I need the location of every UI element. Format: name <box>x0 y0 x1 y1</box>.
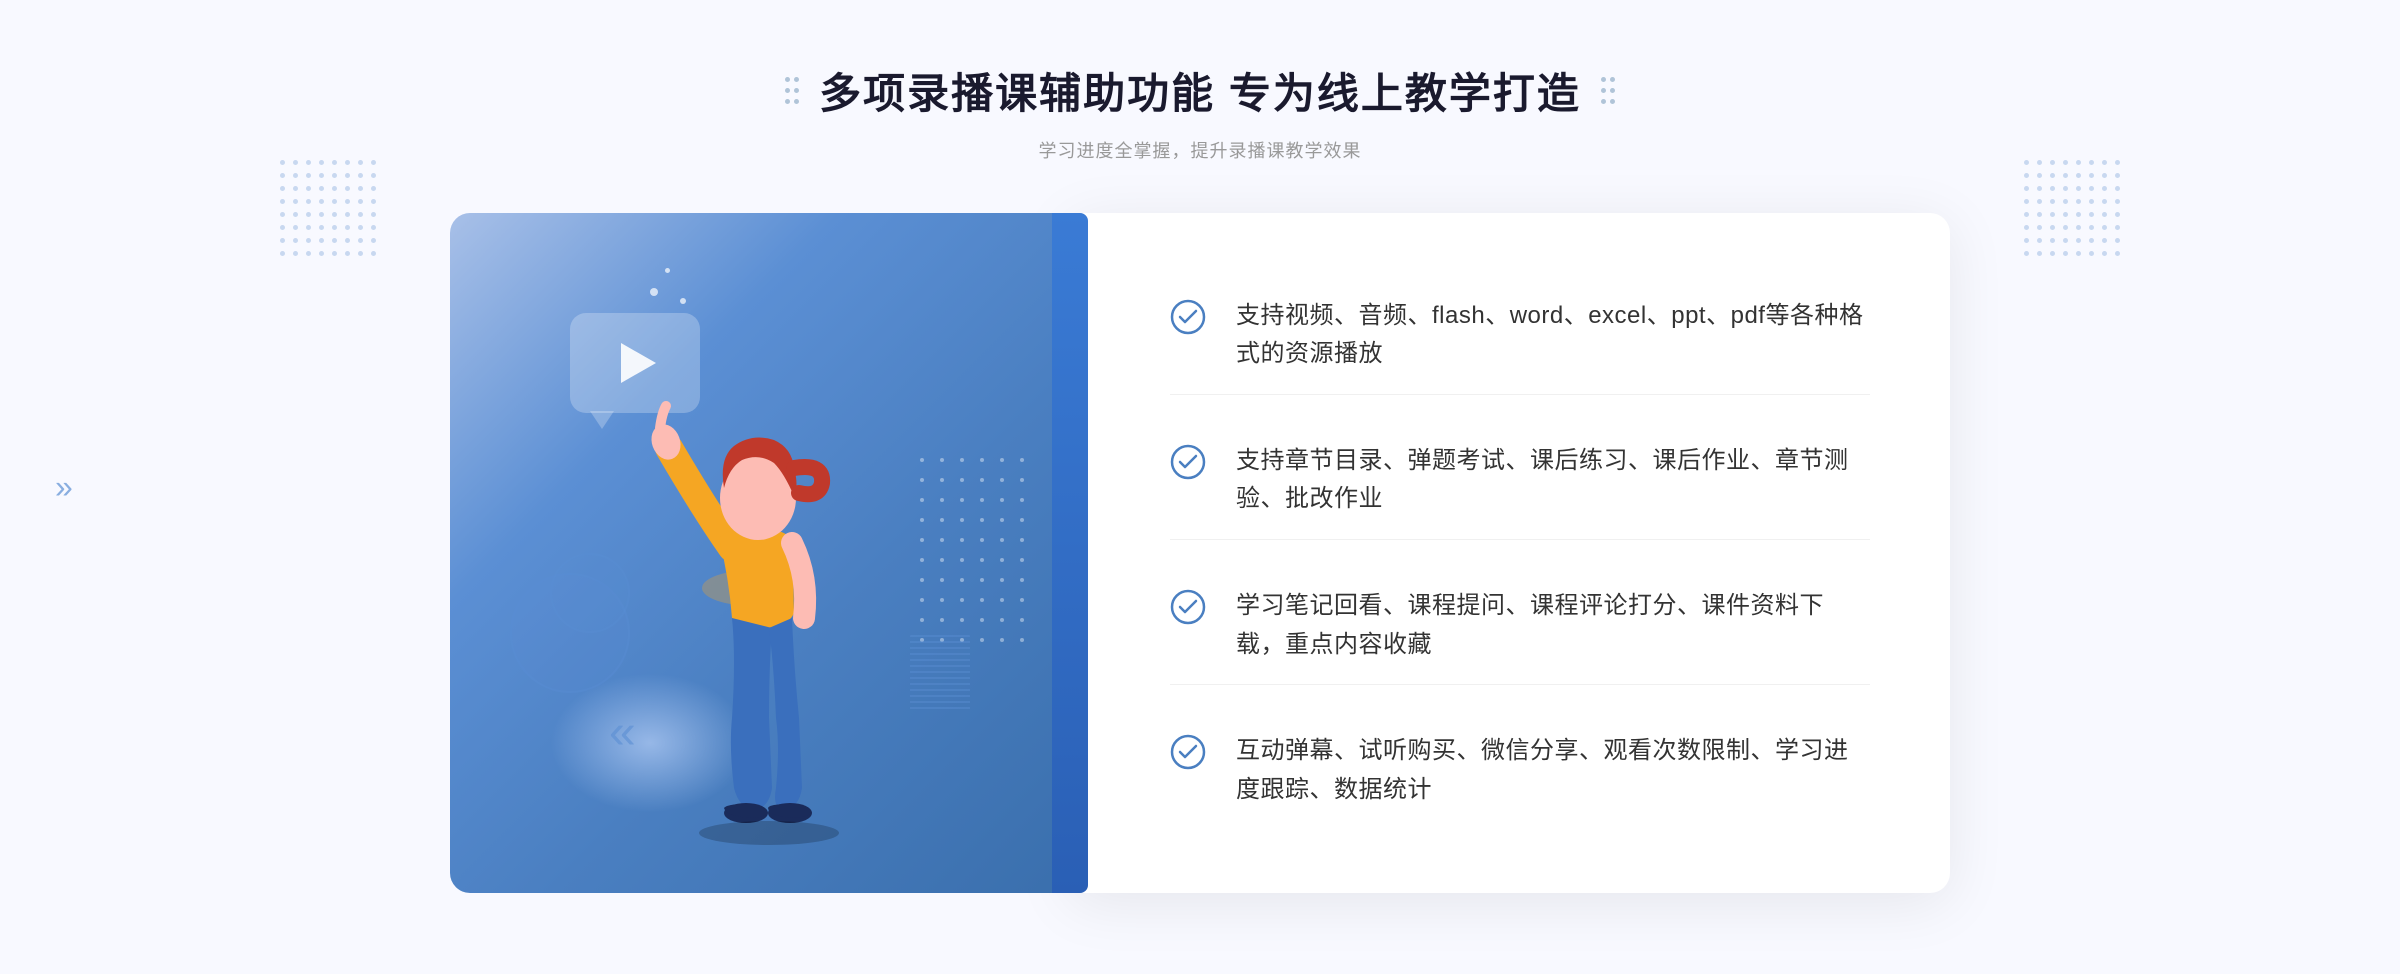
header-section: 多项录播课辅助功能 专为线上教学打造 学习进度全掌握，提升录播课教学效果 <box>785 60 1615 163</box>
title-row: 多项录播课辅助功能 专为线上教学打造 <box>785 60 1615 121</box>
feature-text-1: 支持视频、音频、flash、word、excel、ppt、pdf等各种格式的资源… <box>1236 297 1870 374</box>
left-colon-decorator <box>785 77 799 104</box>
page-title: 多项录播课辅助功能 专为线上教学打造 <box>819 60 1581 121</box>
check-icon-1 <box>1170 299 1206 335</box>
illus-dot-pattern: for(let i=0;i<60;i++) document.currentSc… <box>920 458 1030 648</box>
check-icon-3 <box>1170 589 1206 625</box>
main-content: for(let i=0;i<60;i++) document.currentSc… <box>450 213 1950 893</box>
blue-accent-bar <box>1052 213 1088 893</box>
right-colon-decorator <box>1601 77 1615 104</box>
person-illustration: « <box>584 368 904 893</box>
feature-item-1: 支持视频、音频、flash、word、excel、ppt、pdf等各种格式的资源… <box>1170 277 1870 395</box>
check-icon-4 <box>1170 734 1206 770</box>
content-area: 支持视频、音频、flash、word、excel、ppt、pdf等各种格式的资源… <box>1070 213 1950 893</box>
feature-item-2: 支持章节目录、弹题考试、课后练习、课后作业、章节测验、批改作业 <box>1170 422 1870 540</box>
illustration-area: for(let i=0;i<60;i++) document.currentSc… <box>450 213 1070 893</box>
left-arrow-decoration: » <box>55 469 73 506</box>
dot-pattern-right: for(let i=0;i<64;i++) document.currentSc… <box>2024 160 2120 256</box>
feature-text-2: 支持章节目录、弹题考试、课后练习、课后作业、章节测验、批改作业 <box>1236 442 1870 519</box>
page-subtitle: 学习进度全掌握，提升录播课教学效果 <box>785 137 1615 163</box>
stripe-decoration <box>910 633 970 713</box>
feature-text-3: 学习笔记回看、课程提问、课程评论打分、课件资料下载，重点内容收藏 <box>1236 587 1870 664</box>
feature-text-4: 互动弹幕、试听购买、微信分享、观看次数限制、学习进度跟踪、数据统计 <box>1236 732 1870 809</box>
svg-text:«: « <box>609 706 636 759</box>
check-icon-2 <box>1170 444 1206 480</box>
page-container: for(let i=0;i<64;i++) document.currentSc… <box>0 0 2400 974</box>
double-chevron-icon: » <box>55 469 73 506</box>
feature-item-3: 学习笔记回看、课程提问、课程评论打分、课件资料下载，重点内容收藏 <box>1170 567 1870 685</box>
feature-item-4: 互动弹幕、试听购买、微信分享、观看次数限制、学习进度跟踪、数据统计 <box>1170 712 1870 829</box>
dot-pattern-left: for(let i=0;i<64;i++) document.currentSc… <box>280 160 376 256</box>
